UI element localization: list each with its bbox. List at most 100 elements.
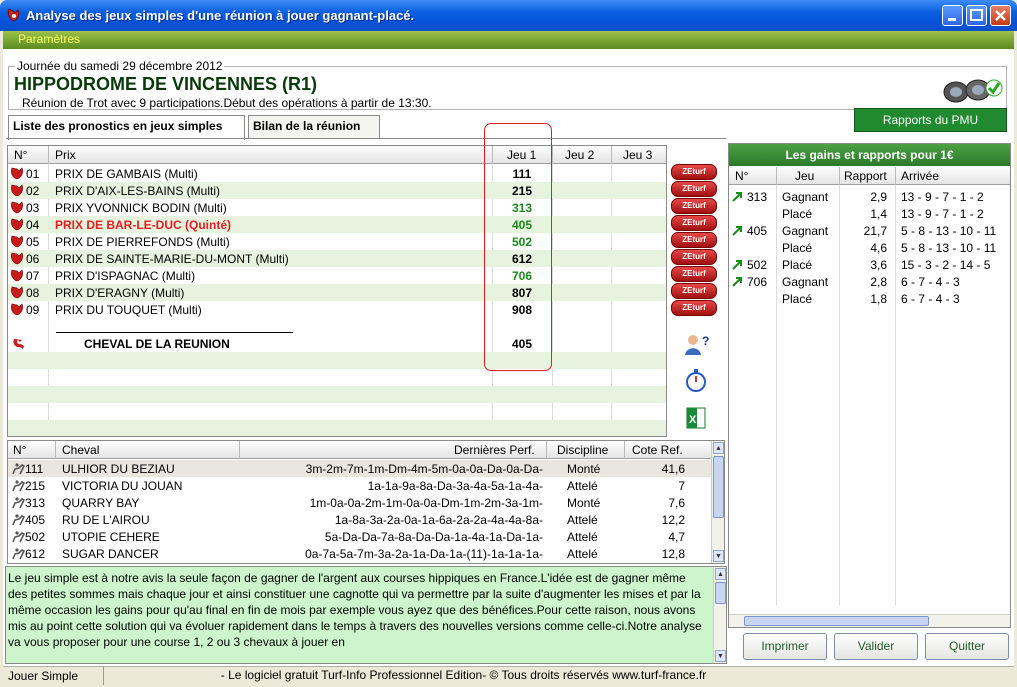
horse-discipline: Attelé [567,479,598,493]
date-label: Journée du samedi 29 décembre 2012 [15,59,225,73]
gain-arrivee: 13 - 9 - 7 - 1 - 2 [901,190,984,204]
zeturf-button[interactable]: ZEturf [671,198,717,214]
zeturf-button[interactable]: ZEturf [671,266,717,282]
gain-rapport: 2,8 [870,275,887,289]
info-scroll-down[interactable]: ▼ [715,650,726,662]
race-prix: PRIX D'AIX-LES-BAINS (Multi) [55,184,220,198]
gain-row[interactable]: 502 Placé 3,6 15 - 3 - 2 - 14 - 5 [729,256,1010,273]
race-row[interactable]: 03 PRIX YVONNICK BODIN (Multi) 313 [8,199,666,216]
race-row[interactable]: 07 PRIX D'ISPAGNAC (Multi) 706 [8,267,666,284]
zeturf-button[interactable]: ZEturf [671,300,717,316]
horse-perf: 3m-2m-7m-1m-Dm-4m-5m-0a-0a-Da-0a-Da- [305,462,543,476]
race-row[interactable]: 09 PRIX DU TOUQUET (Multi) 908 [8,301,666,318]
status-bar: Jouer Simple - Le logiciel gratuit Turf-… [3,666,1014,685]
race-row[interactable]: 05 PRIX DE PIERREFONDS (Multi) 502 [8,233,666,250]
zeturf-button[interactable]: ZEturf [671,215,717,231]
zeturf-button[interactable]: ZEturf [671,232,717,248]
horseshoe-icon [11,235,23,248]
zeturf-button[interactable]: ZEturf [671,164,717,180]
info-text-box[interactable]: Le jeu simple est à notre avis la seule … [5,566,727,664]
horse-name: QUARRY BAY [62,496,140,510]
minimize-button[interactable] [942,5,963,26]
gain-row[interactable]: Placé 1,8 6 - 7 - 4 - 3 [729,290,1010,307]
horseshoe-icon [11,252,23,265]
menu-parametres[interactable]: Paramètres [18,32,80,46]
horse-num: 502 [25,530,46,544]
horse-num: 405 [25,513,46,527]
svg-text:?: ? [702,334,709,348]
gain-row[interactable]: Placé 1,4 13 - 9 - 7 - 1 - 2 [729,205,1010,222]
scroll-down-arrow[interactable]: ▼ [713,550,724,562]
horse-row[interactable]: 502 UTOPIE CEHERE 5a-Da-Da-7a-8a-Da-Da-1… [8,528,713,545]
scroll-thumb[interactable] [713,456,724,518]
tab-bilan-reunion[interactable]: Bilan de la réunion [248,115,380,139]
rapports-pmu-button[interactable]: Rapports du PMU [854,108,1007,132]
horseshoe-icon [11,167,23,180]
horseshoe-icon [11,218,23,231]
race-row[interactable]: 01 PRIX DE GAMBAIS (Multi) 111 [8,165,666,182]
gain-row[interactable]: 706 Gagnant 2,8 6 - 7 - 4 - 3 [729,273,1010,290]
stopwatch-icon[interactable] [683,367,709,393]
horse-row[interactable]: 215 VICTORIA DU JOUAN 1a-1a-9a-8a-Da-3a-… [8,477,713,494]
horse-rider-icon [12,548,25,560]
horse-perf: 5a-Da-Da-7a-8a-Da-Da-1a-4a-1a-Da-1a- [324,530,543,544]
horse-grid: N° Cheval Dernières Perf. Discipline Cot… [7,440,725,564]
horseshoe-icon [11,201,23,214]
col-prix-header: Prix [55,148,76,162]
trend-arrow-icon [732,192,742,202]
horse-rider-icon [12,531,25,543]
scroll-up-arrow[interactable]: ▲ [713,442,724,454]
race-row[interactable]: 06 PRIX DE SAINTE-MARIE-DU-MONT (Multi) … [8,250,666,267]
horse-row[interactable]: 111 ULHIOR DU BEZIAU 3m-2m-7m-1m-Dm-4m-5… [8,460,713,477]
race-prix: PRIX D'ERAGNY (Multi) [55,286,185,300]
excel-export-icon[interactable]: X [683,405,709,431]
horse-rider-icon [12,514,25,526]
horseshoe-icon [11,286,23,299]
race-num: 01 [26,167,40,181]
gains-panel: Les gains et rapports pour 1€ N° Jeu Rap… [728,143,1011,628]
info-scrollbar[interactable]: ▲ ▼ [713,567,726,663]
zeturf-button[interactable]: ZEturf [671,283,717,299]
gain-rapport: 3,6 [870,258,887,272]
race-num: 09 [26,303,40,317]
gains-hscrollbar[interactable] [729,614,1010,627]
horse-perf: 1m-0a-0a-2m-1m-0a-0a-Dm-1m-2m-3a-1m- [309,496,543,510]
magnet-icon [13,339,24,349]
gain-row[interactable]: 313 Gagnant 2,9 13 - 9 - 7 - 1 - 2 [729,188,1010,205]
gain-arrivee: 13 - 9 - 7 - 1 - 2 [901,207,984,221]
race-row[interactable]: 08 PRIX D'ERAGNY (Multi) 807 [8,284,666,301]
race-row[interactable]: 02 PRIX D'AIX-LES-BAINS (Multi) 215 [8,182,666,199]
horse-row[interactable]: 612 SUGAR DANCER 0a-7a-5a-7m-3a-2a-1a-Da… [8,545,713,562]
close-button[interactable] [990,5,1011,26]
zeturf-button[interactable]: ZEturf [671,249,717,265]
gain-row[interactable]: 405 Gagnant 21,7 5 - 8 - 13 - 10 - 11 [729,222,1010,239]
race-num: 08 [26,286,40,300]
gain-num: 502 [747,258,768,272]
info-scroll-thumb[interactable] [715,582,726,604]
col-discipline-header: Discipline [557,443,609,457]
imprimer-button[interactable]: Imprimer [743,633,827,660]
maximize-button[interactable] [966,5,987,26]
gains-hscroll-thumb[interactable] [744,616,929,626]
valider-button[interactable]: Valider [834,633,918,660]
horse-name: UTOPIE CEHERE [62,530,160,544]
title-bar: Analyse des jeux simples d'une réunion à… [0,0,1017,31]
horse-row[interactable]: 313 QUARRY BAY 1m-0a-0a-2m-1m-0a-0a-Dm-1… [8,494,713,511]
horse-row[interactable]: 405 RU DE L'AIROU 1a-8a-3a-2a-0a-1a-6a-2… [8,511,713,528]
zeturf-button[interactable]: ZEturf [671,181,717,197]
gain-jeu: Placé [782,241,813,255]
quitter-button[interactable]: Quitter [925,633,1009,660]
horseshoe-icon [11,184,23,197]
gain-jeu: Gagnant [782,224,829,238]
race-grid: N° Prix Jeu 1 Jeu 2 Jeu 3 01 PRIX DE GAM… [7,145,667,437]
horse-rider-icon [12,480,25,492]
race-row[interactable]: 04 PRIX DE BAR-LE-DUC (Quinté) 405 [8,216,666,233]
status-mode: Jouer Simple [8,669,79,683]
help-user-icon[interactable]: ? [683,331,709,357]
race-row-empty [8,420,666,436]
gain-row[interactable]: Placé 4,6 5 - 8 - 13 - 10 - 11 [729,239,1010,256]
tab-liste-pronostics[interactable]: Liste des pronostics en jeux simples [8,115,245,140]
horse-grid-scrollbar[interactable]: ▲ ▼ [711,441,724,563]
gains-rapport-header: Rapport [844,169,887,183]
info-scroll-up[interactable]: ▲ [715,568,726,580]
